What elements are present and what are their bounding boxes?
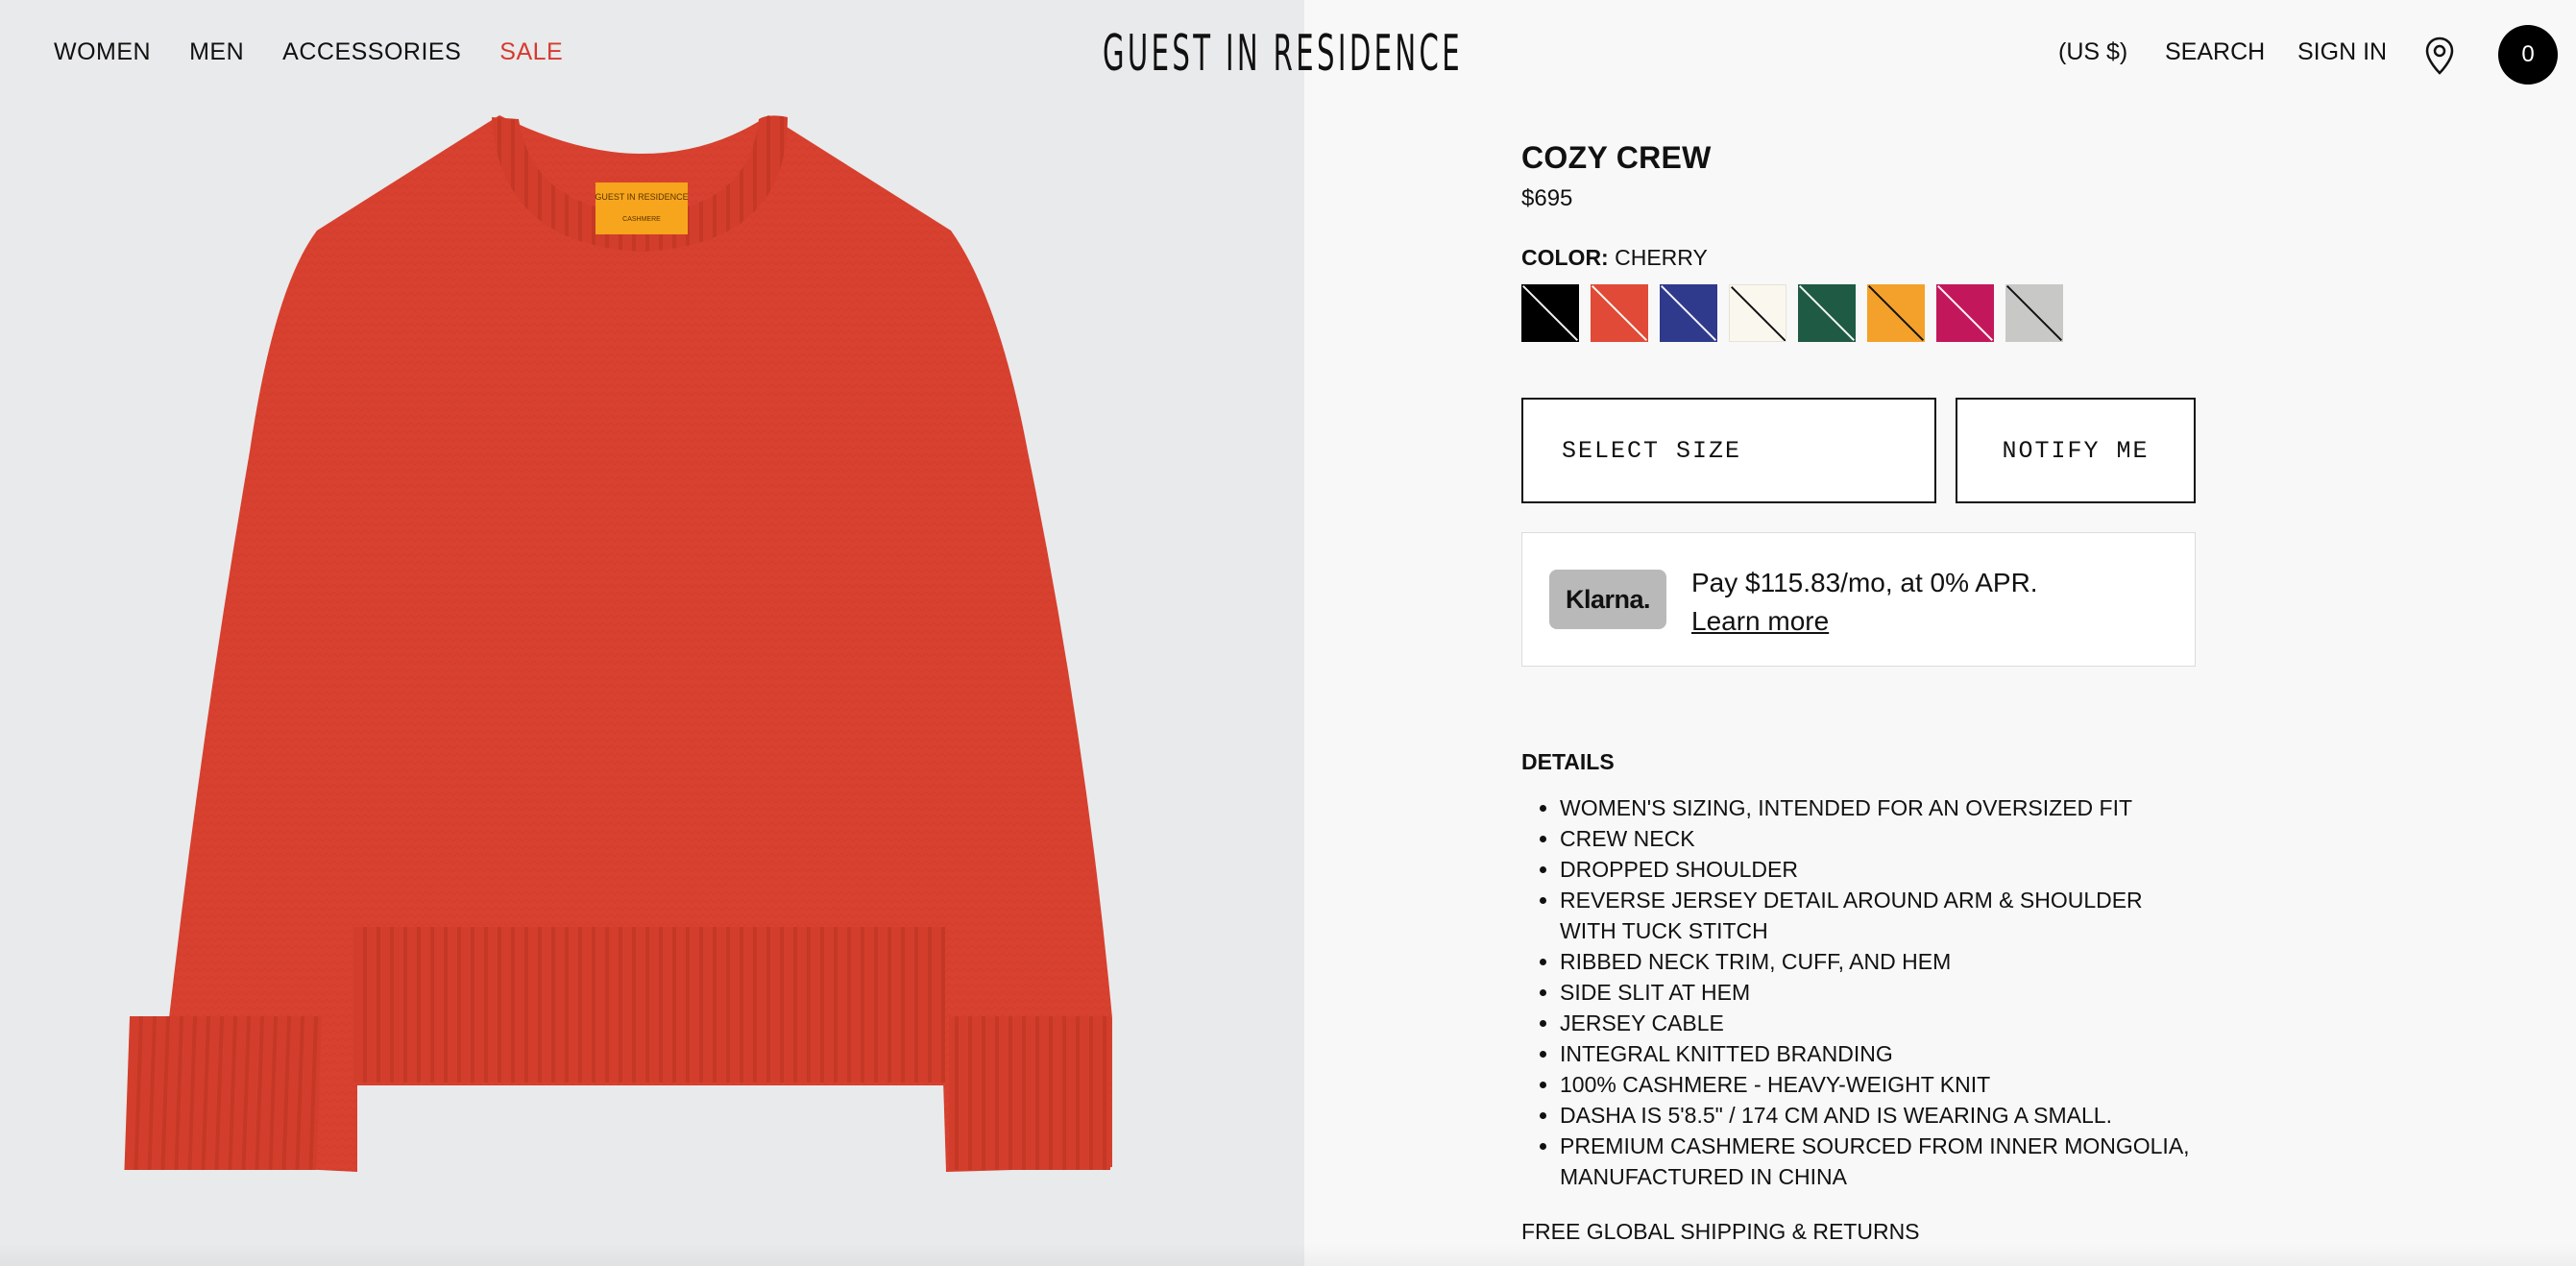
search-link[interactable]: SEARCH [2165,38,2265,66]
purchase-buttons: SELECT SIZE NOTIFY ME [1521,398,2196,503]
details-item: SIDE SLIT AT HEM [1560,977,2196,1008]
details-item: WOMEN'S SIZING, INTENDED FOR AN OVERSIZE… [1560,792,2196,823]
sweater-right-cuff [949,1016,1110,1170]
product-image-pane: GUEST IN RESIDENCE CASHMERE [0,0,1304,1266]
details-heading: DETAILS [1521,749,1615,774]
color-swatch[interactable] [1729,284,1786,342]
product-image[interactable]: GUEST IN RESIDENCE CASHMERE [0,0,1304,1266]
brand-label [595,183,688,234]
details-item: DROPPED SHOULDER [1560,854,2196,885]
select-size-button[interactable]: SELECT SIZE [1521,398,1936,503]
nav-men[interactable]: MEN [189,38,244,66]
shipping-info[interactable]: FREE GLOBAL SHIPPING & RETURNS [1521,1219,2196,1245]
store-locator-icon[interactable] [2424,37,2455,80]
color-label: COLOR: [1521,245,1609,270]
color-swatch[interactable] [1521,284,1579,342]
klarna-banner: Klarna. Pay $115.83/mo, at 0% APR. Learn… [1521,532,2196,667]
site-logo[interactable]: GUEST IN RESIDENCE [1103,25,1460,83]
site-header: WOMEN MEN ACCESSORIES SALE GUEST IN RESI… [0,0,2576,110]
details-list: WOMEN'S SIZING, INTENDED FOR AN OVERSIZE… [1521,792,2196,1192]
details-item: DASHA IS 5'8.5" / 174 CM AND IS WEARING … [1560,1100,2196,1131]
brand-label-sub: CASHMERE [622,216,661,223]
nav-accessories[interactable]: ACCESSORIES [282,38,461,66]
nav-women[interactable]: WOMEN [54,38,151,66]
details-item: INTEGRAL KNITTED BRANDING [1560,1038,2196,1069]
color-swatch[interactable] [1936,284,1994,342]
brand-label-text: GUEST IN RESIDENCE [595,192,688,202]
product-price: $695 [1521,185,1573,211]
details-item: REVERSE JERSEY DETAIL AROUND ARM & SHOUL… [1560,885,2196,946]
color-swatches [1521,284,2196,342]
sweater-hem [353,927,945,1083]
details-item: JERSEY CABLE [1560,1008,2196,1038]
cart-count: 0 [2521,41,2535,67]
product-title: COZY CREW [1521,140,1712,175]
currency-selector[interactable]: (US $) [2058,38,2127,66]
color-swatch[interactable] [1867,284,1925,342]
details-item: 100% CASHMERE - HEAVY-WEIGHT KNIT [1560,1069,2196,1100]
details-item: RIBBED NECK TRIM, CUFF, AND HEM [1560,946,2196,977]
klarna-text: Pay $115.83/mo, at 0% APR. [1691,568,2038,597]
klarna-message: Pay $115.83/mo, at 0% APR. Learn more [1691,564,2038,641]
details-item: PREMIUM CASHMERE SOURCED FROM INNER MONG… [1560,1131,2196,1192]
color-swatch[interactable] [2005,284,2063,342]
bottom-shadow [0,1243,2576,1266]
cart-button[interactable]: 0 [2498,25,2558,85]
klarna-logo: Klarna. [1549,570,1666,629]
color-line: COLOR: CHERRY [1521,245,2196,271]
color-swatch[interactable] [1660,284,1717,342]
details-item: CREW NECK [1560,823,2196,854]
sweater-left-cuff [124,1016,323,1170]
color-value: CHERRY [1615,245,1708,270]
klarna-learn-more-link[interactable]: Learn more [1691,602,2038,641]
nav-sale[interactable]: SALE [499,38,563,66]
product-details: COZY CREW $695 COLOR: CHERRY SELECT SIZE… [1521,140,2196,1245]
color-swatch[interactable] [1798,284,1856,342]
sign-in-link[interactable]: SIGN IN [2297,38,2387,66]
notify-me-button[interactable]: NOTIFY ME [1956,398,2196,503]
main-nav: WOMEN MEN ACCESSORIES SALE [54,38,563,66]
color-swatch[interactable] [1591,284,1648,342]
